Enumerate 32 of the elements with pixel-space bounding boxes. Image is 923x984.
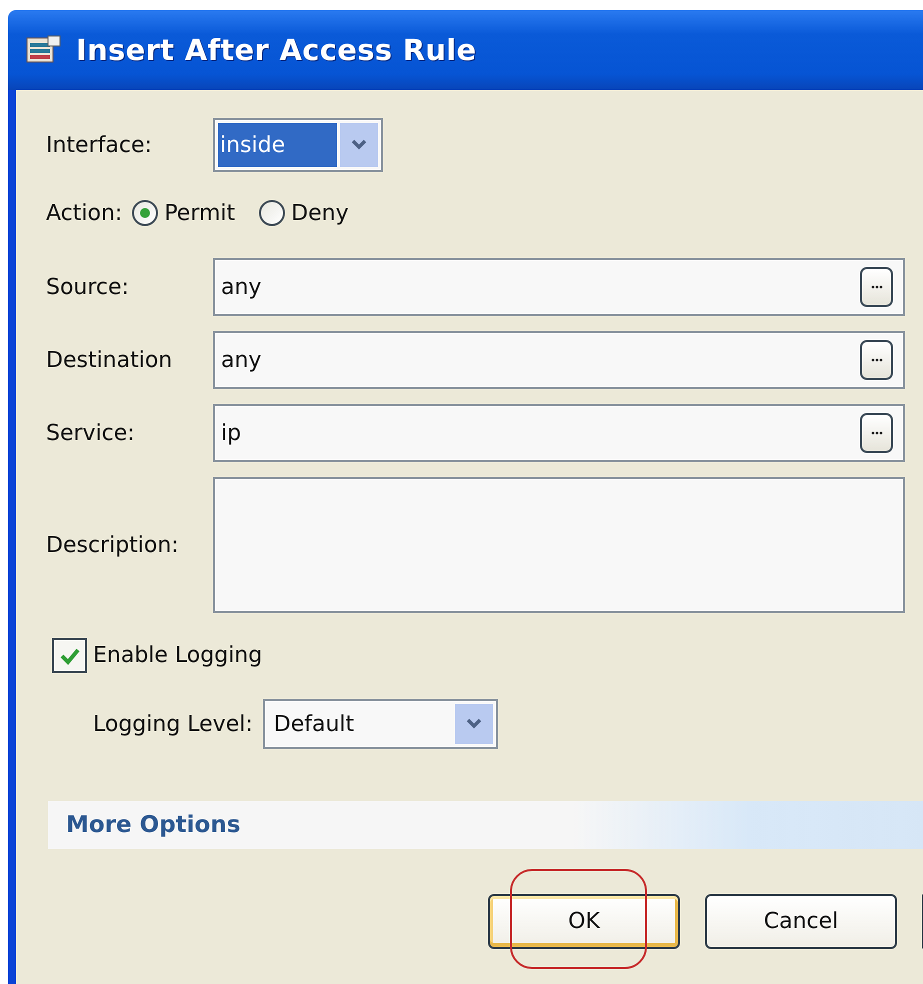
dropdown[interactable]: inside — [213, 118, 383, 172]
field-label: Source: — [46, 274, 130, 300]
checkbox[interactable] — [52, 638, 87, 673]
field-label: Action: — [46, 200, 122, 226]
field-label: Description: — [46, 532, 180, 558]
radio-label: Deny — [291, 200, 349, 226]
window-title: Insert After Access Rule — [76, 33, 477, 67]
caret-icon — [351, 139, 367, 151]
browse-button[interactable] — [860, 413, 893, 453]
ellipsis-icon — [870, 285, 882, 289]
caret-icon — [466, 718, 482, 730]
dialog-button[interactable]: OK — [488, 894, 680, 949]
input-field[interactable]: any — [213, 331, 905, 389]
checkbox-label: Enable Logging — [93, 643, 262, 668]
browse-button[interactable] — [860, 340, 893, 380]
dialog-button[interactable]: Cancel — [705, 894, 897, 949]
field-label: Service: — [46, 420, 136, 446]
ellipsis-icon — [870, 431, 882, 435]
browse-button[interactable] — [860, 267, 893, 307]
app-icon — [26, 35, 62, 65]
input-field[interactable] — [213, 477, 905, 613]
field-label: Interface: — [46, 132, 153, 158]
input-field[interactable]: any — [213, 258, 905, 316]
section-header[interactable]: More Options — [48, 801, 923, 849]
input-field[interactable]: ip — [213, 404, 905, 462]
ellipsis-icon — [870, 358, 882, 362]
dropdown[interactable]: Default — [262, 699, 498, 749]
field-label: Logging Level: — [93, 712, 253, 736]
radio-button[interactable] — [132, 200, 158, 226]
radio-label: Permit — [164, 200, 236, 226]
field-label: Destination — [46, 348, 174, 372]
radio-button[interactable] — [259, 200, 286, 226]
